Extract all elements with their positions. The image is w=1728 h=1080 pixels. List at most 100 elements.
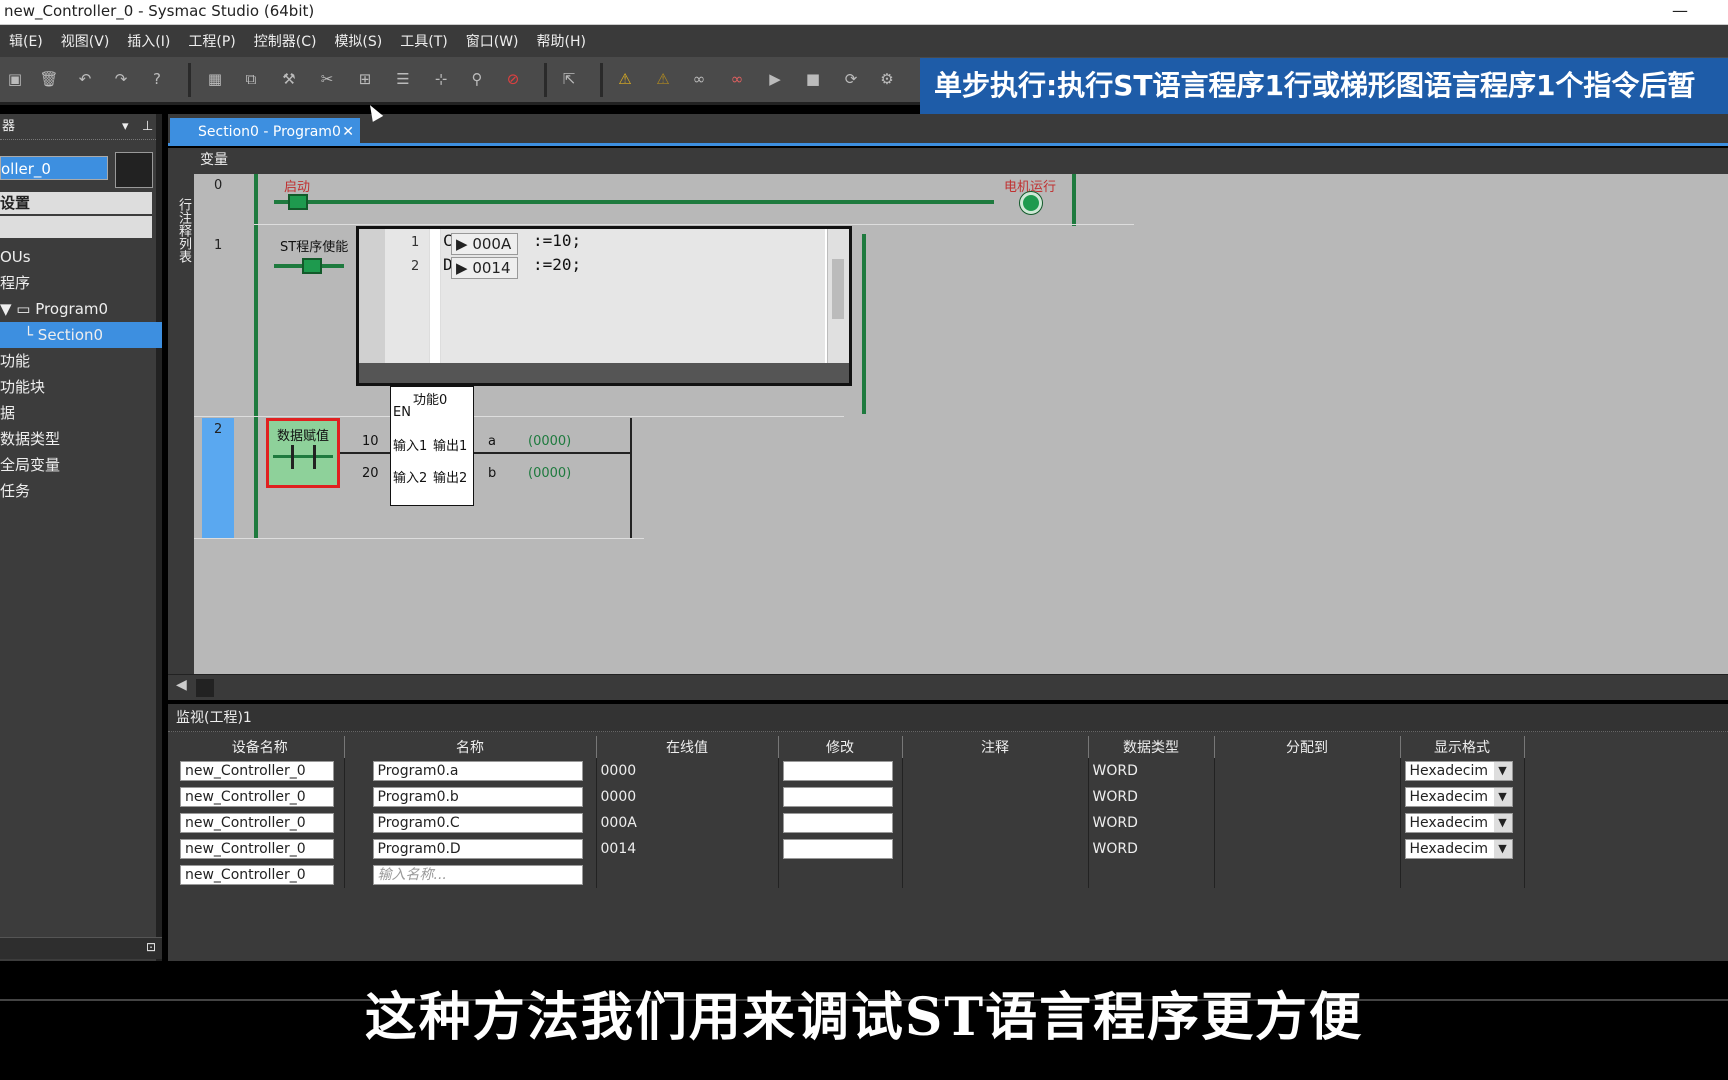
name-cell[interactable]: Program0.D: [372, 839, 583, 859]
redo-icon[interactable]: ↷: [110, 68, 132, 90]
col-datatype[interactable]: 数据类型: [1088, 736, 1215, 758]
modify-cell[interactable]: [782, 761, 893, 781]
comment-cell[interactable]: [902, 758, 1089, 784]
controller-button[interactable]: [115, 152, 153, 188]
find-icon[interactable]: ⚲: [466, 68, 488, 90]
name-cell[interactable]: Program0.C: [372, 813, 583, 833]
tree-item-data[interactable]: 据: [0, 400, 162, 426]
device-cell[interactable]: new_Controller_0: [180, 787, 334, 807]
help-icon[interactable]: ?: [146, 68, 168, 90]
tree-item-global-vars[interactable]: 全局变量: [0, 452, 162, 478]
name-cell[interactable]: Program0.b: [372, 787, 583, 807]
format-select[interactable]: Hexadecim ▼: [1404, 813, 1513, 833]
device-cell[interactable]: new_Controller_0: [180, 839, 334, 859]
function-block[interactable]: 功能0 EN 输入1 输出1 输入2 输出2: [390, 386, 474, 506]
delete-icon[interactable]: 🗑: [38, 68, 60, 90]
step-icon[interactable]: ▶: [764, 68, 786, 90]
chevron-down-icon[interactable]: ▾: [122, 114, 129, 140]
col-online[interactable]: 在线值: [596, 736, 779, 758]
contact-start[interactable]: [288, 194, 308, 210]
contact-st-enable[interactable]: [302, 258, 322, 274]
assigned-cell[interactable]: [1214, 810, 1401, 836]
col-comment[interactable]: 注释: [902, 736, 1089, 758]
assigned-cell[interactable]: [1214, 836, 1401, 862]
paste-icon[interactable]: ▣: [4, 68, 26, 90]
comment-list-strip[interactable]: 行注释列表: [168, 174, 194, 700]
close-icon[interactable]: ✕: [342, 118, 354, 146]
st-horizontal-scrollbar[interactable]: [359, 363, 849, 383]
modify-cell[interactable]: [782, 839, 893, 859]
contact-data-assign[interactable]: 数据赋值: [266, 418, 340, 488]
format-select[interactable]: Hexadecim ▼: [1404, 787, 1513, 807]
col-assigned[interactable]: 分配到: [1214, 736, 1401, 758]
undo-icon[interactable]: ↶: [74, 68, 96, 90]
menu-help[interactable]: 帮助(H): [528, 31, 595, 51]
cut-icon[interactable]: ✂: [316, 68, 338, 90]
menu-edit[interactable]: 辑(E): [0, 31, 52, 51]
device-cell[interactable]: new_Controller_0: [180, 865, 334, 885]
list-icon[interactable]: ☰: [392, 68, 414, 90]
menu-window[interactable]: 窗口(W): [457, 31, 528, 51]
chevron-down-icon[interactable]: ▼: [1493, 788, 1512, 806]
reset-icon[interactable]: ⟳: [840, 68, 862, 90]
tree-item-pous[interactable]: OUs: [0, 244, 162, 270]
settings-icon[interactable]: ⚙: [876, 68, 898, 90]
config-header[interactable]: 设置: [0, 192, 152, 214]
comment-cell[interactable]: [902, 784, 1089, 810]
glasses-icon[interactable]: ∞: [688, 68, 710, 90]
tree-item-function-blocks[interactable]: 功能块: [0, 374, 162, 400]
assigned-cell[interactable]: [1214, 758, 1401, 784]
device-cell[interactable]: new_Controller_0: [180, 761, 334, 781]
minimize-button[interactable]: —: [1672, 0, 1688, 22]
assigned-cell[interactable]: [1214, 784, 1401, 810]
variables-header[interactable]: 变量: [168, 148, 1728, 174]
name-cell[interactable]: Program0.a: [372, 761, 583, 781]
tree-item-functions[interactable]: 功能: [0, 348, 162, 374]
col-modify[interactable]: 修改: [778, 736, 903, 758]
coil-motor[interactable]: [1020, 192, 1042, 214]
menu-view[interactable]: 视图(V): [52, 31, 119, 51]
network-icon[interactable]: ⊹: [430, 68, 452, 90]
modify-cell[interactable]: [782, 787, 893, 807]
format-select[interactable]: Hexadecim ▼: [1404, 761, 1513, 781]
3d-view-icon[interactable]: ▦: [204, 68, 226, 90]
glasses-stop-icon[interactable]: ∞: [726, 68, 748, 90]
alert-icon[interactable]: ⊘: [502, 68, 524, 90]
menu-controller[interactable]: 控制器(C): [245, 31, 326, 51]
format-select[interactable]: Hexadecim ▼: [1404, 839, 1513, 859]
editor-horizontal-scrollbar[interactable]: ◀: [168, 674, 1728, 700]
menu-insert[interactable]: 插入(I): [118, 31, 179, 51]
comment-cell[interactable]: [902, 836, 1089, 862]
tree-item-program0[interactable]: ▼ ▭ Program0: [0, 296, 162, 322]
chevron-down-icon[interactable]: ▼: [1493, 762, 1512, 780]
scroll-thumb[interactable]: [196, 679, 214, 697]
tree-item-tasks[interactable]: 任务: [0, 478, 162, 504]
compare-icon[interactable]: ⊞: [354, 68, 376, 90]
col-device[interactable]: 设备名称: [176, 736, 345, 758]
stop-icon[interactable]: ■: [802, 68, 824, 90]
chevron-down-icon[interactable]: ▼: [1493, 814, 1512, 832]
menu-project[interactable]: 工程(P): [179, 31, 244, 51]
scroll-left-icon[interactable]: ◀: [176, 677, 187, 693]
pin-icon[interactable]: ⊡: [146, 940, 156, 954]
scroll-thumb[interactable]: [832, 259, 844, 319]
comment-cell[interactable]: [902, 810, 1089, 836]
st-program-box[interactable]: 1 C ▶ 000A :=10; 2 D ▶ 0014 :=20;: [356, 226, 852, 386]
controller-selector[interactable]: oller_0: [0, 156, 108, 180]
menu-simulation[interactable]: 模拟(S): [325, 31, 391, 51]
tree-item-section0[interactable]: └ Section0: [0, 322, 162, 348]
windows-icon[interactable]: ⧉: [240, 68, 262, 90]
chevron-down-icon[interactable]: ▼: [1493, 840, 1512, 858]
online-icon[interactable]: ⇱: [558, 68, 580, 90]
warning-off-icon[interactable]: ⚠: [652, 68, 674, 90]
warning-icon[interactable]: ⚠: [614, 68, 636, 90]
name-input[interactable]: 输入名称...: [372, 865, 583, 885]
device-cell[interactable]: new_Controller_0: [180, 813, 334, 833]
pin-icon[interactable]: ⊥: [142, 114, 153, 140]
tree-item-programs[interactable]: 程序: [0, 270, 162, 296]
tab-section0[interactable]: Section0 - Program0 ✕: [170, 118, 360, 146]
col-name[interactable]: 名称: [344, 736, 597, 758]
col-format[interactable]: 显示格式: [1400, 736, 1525, 758]
modify-cell[interactable]: [782, 813, 893, 833]
menu-tools[interactable]: 工具(T): [391, 31, 456, 51]
